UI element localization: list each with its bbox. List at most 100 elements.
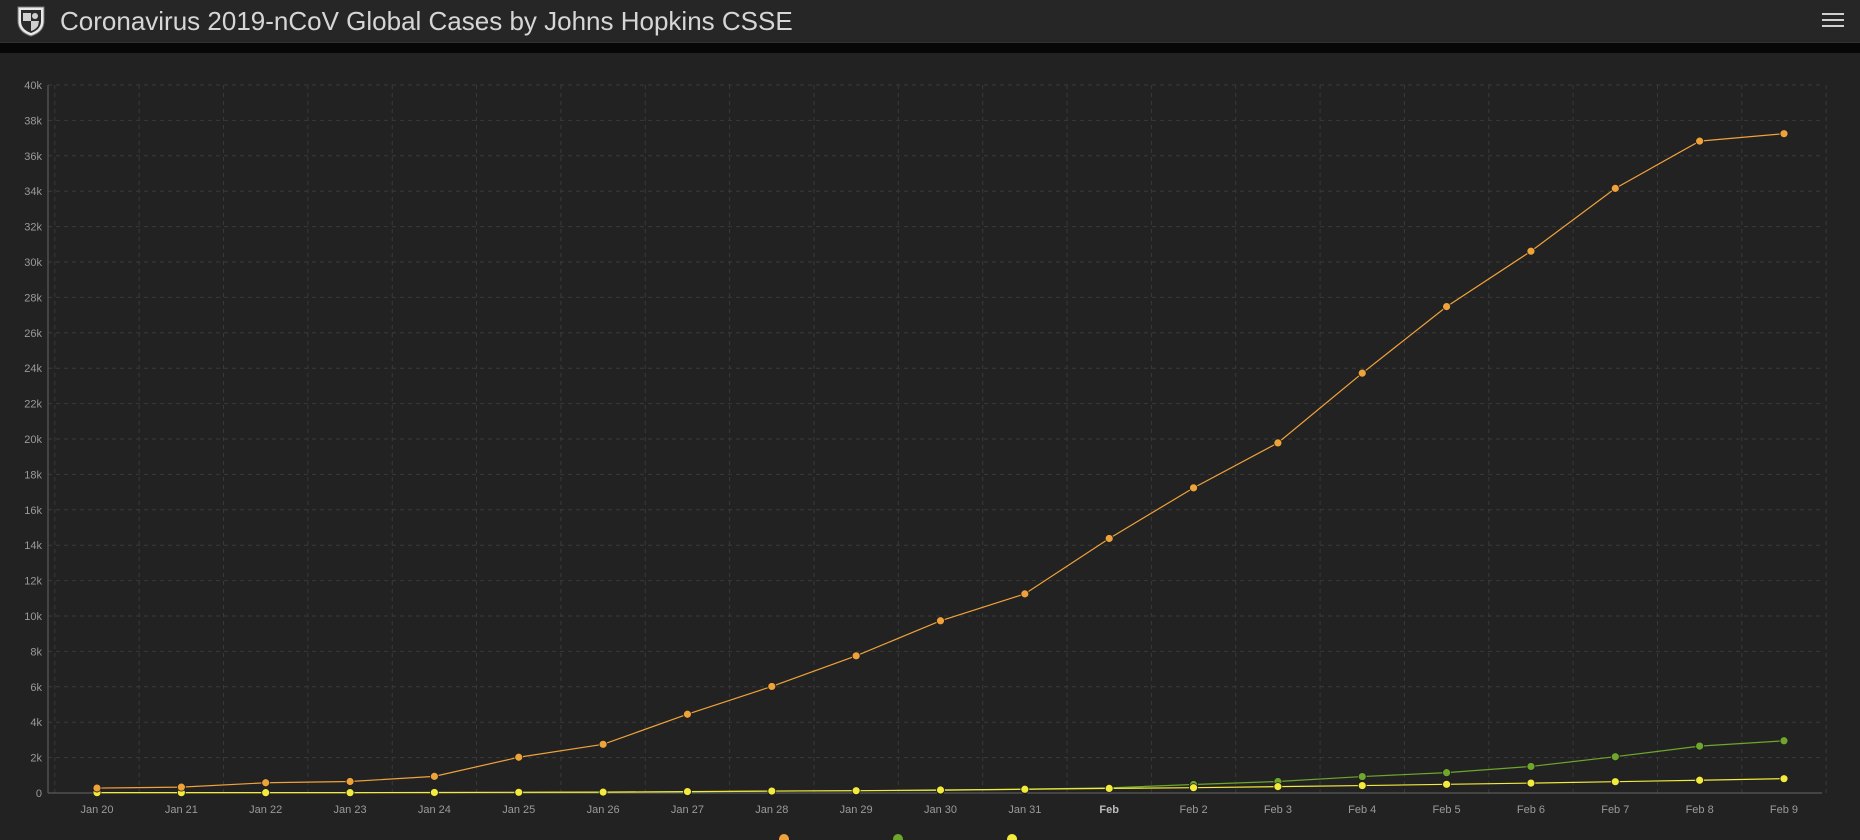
data-point[interactable]: [1189, 483, 1198, 493]
data-point[interactable]: [1779, 736, 1789, 746]
x-tick-label: Jan 31: [1008, 804, 1041, 816]
data-point[interactable]: [92, 783, 102, 793]
data-point[interactable]: [1104, 534, 1114, 543]
y-tick-label: 8k: [30, 646, 42, 658]
x-tick-label: Jan 22: [249, 804, 282, 816]
y-tick-label: 30k: [24, 257, 42, 269]
grid-layer: [48, 84, 1827, 793]
data-point[interactable]: [429, 788, 439, 797]
data-point[interactable]: [936, 785, 945, 795]
x-tick-label: Feb 5: [1433, 804, 1461, 816]
legend-marker[interactable]: [893, 834, 903, 840]
x-tick-label: Jan 30: [924, 804, 957, 816]
data-point[interactable]: [1357, 368, 1367, 378]
data-point[interactable]: [1357, 772, 1367, 781]
data-point[interactable]: [345, 788, 355, 798]
data-point[interactable]: [1189, 783, 1198, 793]
y-tick-label: 2k: [30, 753, 42, 765]
data-point[interactable]: [1779, 774, 1789, 784]
page-title: Coronavirus 2019-nCoV Global Cases by Jo…: [60, 6, 793, 36]
y-tick-label: 38k: [24, 115, 42, 127]
data-point[interactable]: [1695, 741, 1705, 751]
x-tick-label: Jan 29: [840, 804, 873, 816]
data-point[interactable]: [767, 682, 777, 691]
legend-marker[interactable]: [1007, 834, 1017, 840]
hamburger-menu-icon[interactable]: [1822, 9, 1844, 31]
data-point[interactable]: [683, 787, 692, 796]
x-tick-label: Feb 4: [1348, 804, 1376, 816]
data-point[interactable]: [936, 616, 945, 626]
y-tick-label: 34k: [24, 186, 42, 198]
data-point[interactable]: [429, 771, 439, 781]
x-tick-label: Jan 25: [502, 804, 535, 816]
data-point[interactable]: [1526, 762, 1536, 771]
data-point[interactable]: [1020, 784, 1030, 794]
app-header: Coronavirus 2019-nCoV Global Cases by Jo…: [0, 0, 1860, 43]
legend-layer: [779, 834, 1017, 840]
data-point[interactable]: [1779, 129, 1789, 139]
data-point[interactable]: [1273, 782, 1283, 792]
x-tick-label: Feb 2: [1179, 804, 1207, 816]
data-point[interactable]: [598, 787, 608, 797]
x-tick-label: Feb 7: [1601, 804, 1629, 816]
header-band: [0, 43, 1860, 53]
y-tick-label: 20k: [24, 434, 42, 446]
data-point[interactable]: [1020, 589, 1030, 599]
x-tick-label: Jan 21: [165, 804, 198, 816]
y-tick-label: 4k: [30, 717, 42, 729]
data-point[interactable]: [514, 752, 524, 762]
y-tick-label: 18k: [24, 469, 42, 481]
legend-marker[interactable]: [779, 834, 789, 840]
data-point[interactable]: [1526, 778, 1536, 788]
data-point[interactable]: [1695, 775, 1705, 785]
y-tick-label: 6k: [30, 682, 42, 694]
data-point[interactable]: [514, 787, 524, 797]
x-tick-label: Feb 3: [1264, 804, 1292, 816]
data-point[interactable]: [1695, 136, 1705, 146]
line-chart: 0 2k 4k 6k 8k 10k 12k 14k 16k 18k 20k 22k 24k 26k 28k 3…: [24, 80, 1827, 840]
x-tick-label: Feb 9: [1770, 804, 1798, 816]
data-point[interactable]: [1442, 779, 1451, 789]
data-point[interactable]: [1442, 302, 1451, 312]
data-point[interactable]: [176, 782, 186, 792]
x-tick-label: Jan 26: [587, 804, 620, 816]
data-point[interactable]: [598, 739, 608, 749]
y-tick-label: 28k: [24, 292, 42, 304]
data-point[interactable]: [1442, 768, 1451, 778]
data-point[interactable]: [1610, 777, 1620, 787]
data-point[interactable]: [1273, 438, 1283, 448]
data-point[interactable]: [683, 709, 692, 719]
y-tick-label: 16k: [24, 505, 42, 517]
y-tick-label: 24k: [24, 363, 42, 375]
x-tick-label: Jan 24: [418, 804, 451, 816]
x-tick-label: Feb 6: [1517, 804, 1545, 816]
y-tick-label: 26k: [24, 328, 42, 340]
series-layer: [92, 129, 1789, 798]
y-tick-label: 32k: [24, 222, 42, 234]
x-tick-label: Jan 27: [671, 804, 704, 816]
data-point[interactable]: [261, 778, 271, 788]
data-point[interactable]: [851, 651, 861, 661]
y-tick-label: 0: [36, 788, 42, 800]
data-point[interactable]: [1526, 246, 1536, 256]
data-point[interactable]: [1610, 183, 1620, 193]
x-tick-label: Jan 23: [334, 804, 367, 816]
data-point[interactable]: [851, 786, 861, 796]
data-point[interactable]: [345, 777, 355, 786]
y-tick-label: 22k: [24, 399, 42, 411]
x-tick-label: Jan 20: [80, 804, 113, 816]
y-tick-label: 36k: [24, 151, 42, 163]
axis-layer: 0 2k 4k 6k 8k 10k 12k 14k 16k 18k 20k 22k 24k 26k 28k 3…: [24, 80, 1822, 816]
x-tick-label: Feb 8: [1686, 804, 1714, 816]
data-point[interactable]: [1610, 752, 1620, 762]
y-tick-label: 10k: [24, 611, 42, 623]
y-tick-label: 12k: [24, 576, 42, 588]
shield-logo-icon: [17, 6, 45, 37]
data-point[interactable]: [1357, 781, 1367, 790]
data-point[interactable]: [767, 786, 777, 796]
x-tick-label: Jan 28: [755, 804, 788, 816]
y-tick-label: 40k: [24, 80, 42, 92]
y-tick-label: 14k: [24, 540, 42, 552]
data-point[interactable]: [1104, 783, 1114, 793]
data-point[interactable]: [261, 788, 271, 798]
